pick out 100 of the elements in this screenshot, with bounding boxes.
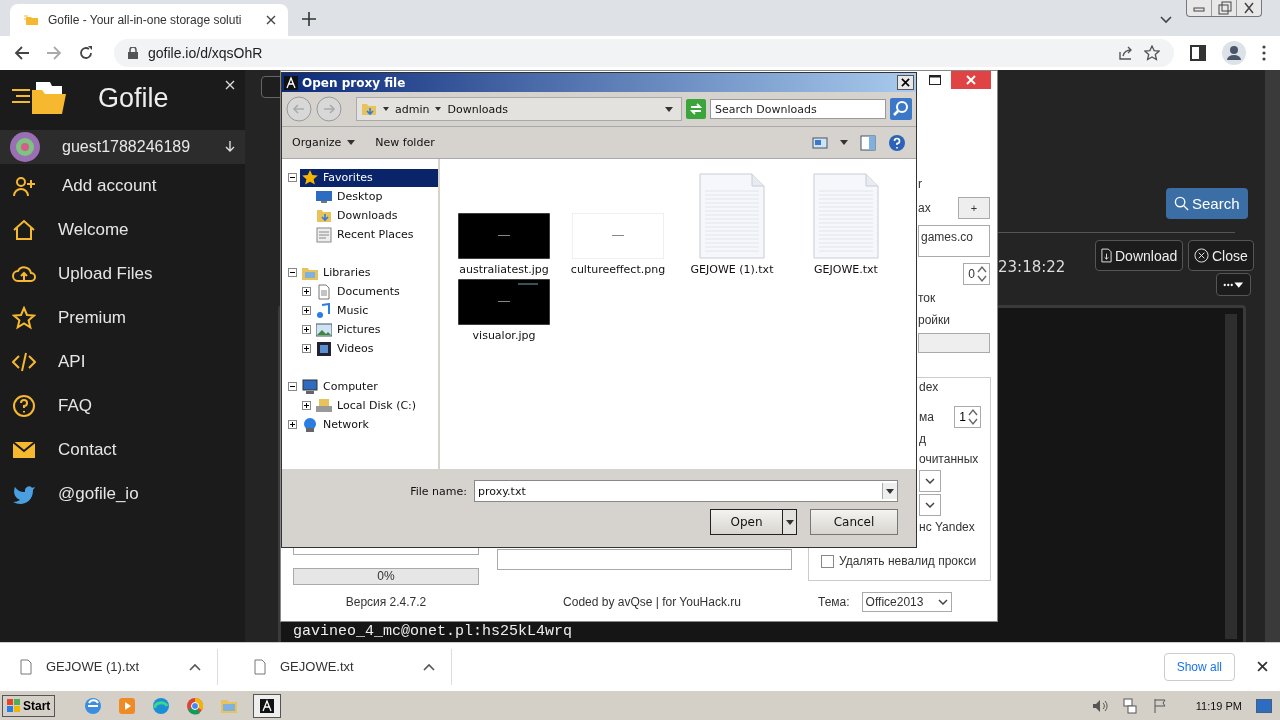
flag-icon[interactable] — [1151, 697, 1168, 714]
app-task-button[interactable] — [253, 693, 282, 718]
file-name-field[interactable]: proxy.txt — [474, 480, 898, 502]
refresh-icon[interactable] — [686, 99, 706, 119]
reload-icon[interactable] — [78, 45, 94, 61]
clock: 11:19 PM — [1195, 699, 1242, 712]
open-menu-button[interactable] — [783, 509, 797, 535]
dlfolder-icon — [316, 207, 332, 224]
tree-item[interactable]: Videos — [314, 339, 376, 358]
caret-icon[interactable] — [840, 140, 848, 145]
tree-item[interactable]: Libraries — [300, 263, 373, 282]
browser-e-icon[interactable] — [83, 695, 104, 716]
more-button[interactable] — [1216, 273, 1251, 296]
file-item[interactable]: GEJOWE (1).txt — [675, 173, 789, 276]
expander[interactable] — [302, 287, 311, 296]
tree-item[interactable]: Computer — [300, 377, 380, 396]
path-segment[interactable]: admin — [395, 102, 430, 116]
side-panel-icon[interactable] — [1190, 45, 1206, 61]
file-item[interactable]: visualor.jpg — [447, 279, 561, 342]
caret-icon[interactable] — [886, 488, 894, 494]
scrollbar[interactable] — [1225, 314, 1237, 639]
organize-button[interactable]: Organize — [288, 136, 360, 149]
browser-tab[interactable]: Gofile - Your all-in-one storage soluti — [10, 4, 288, 36]
close-icon[interactable] — [1257, 661, 1268, 672]
expander[interactable] — [302, 344, 311, 353]
star-icon[interactable] — [1144, 45, 1160, 61]
file-name-label: File name: — [410, 484, 467, 498]
show-all-button[interactable]: Show all — [1163, 652, 1235, 681]
expander[interactable] — [302, 325, 311, 334]
path-segment[interactable]: Downloads — [447, 102, 508, 116]
tree-item[interactable]: Downloads — [314, 206, 400, 225]
expander[interactable] — [302, 306, 311, 315]
sidebar-item[interactable]: Upload Files — [0, 252, 245, 296]
view-icon[interactable] — [812, 135, 828, 150]
download-button[interactable]: Download — [1095, 240, 1184, 271]
file-item[interactable]: australiatest.jpg — [447, 173, 561, 276]
number-spinner[interactable]: 0 — [963, 263, 990, 285]
menu-icon[interactable] — [1262, 45, 1266, 61]
start-button[interactable]: Start — [2, 694, 56, 717]
tree-item[interactable]: Documents — [314, 282, 402, 301]
caret-icon — [785, 519, 794, 525]
caret-icon[interactable] — [665, 106, 673, 112]
share-icon[interactable] — [1118, 45, 1134, 61]
preview-pane-icon[interactable] — [860, 134, 876, 151]
tree-item[interactable]: Network — [300, 415, 371, 434]
tree-item[interactable]: Music — [314, 301, 371, 320]
theme-dropdown[interactable]: Office2013 — [861, 592, 952, 612]
checkbox[interactable] — [821, 554, 834, 568]
sidebar-item[interactable]: FAQ — [0, 384, 245, 428]
scrollbar[interactable] — [1265, 70, 1280, 642]
close-icon[interactable] — [266, 15, 276, 25]
cancel-button[interactable]: Cancel — [810, 509, 898, 535]
browser-circle-icon[interactable] — [185, 695, 206, 716]
close-button[interactable]: Close — [1188, 240, 1254, 271]
back-icon[interactable] — [14, 45, 30, 61]
help-icon[interactable] — [888, 133, 906, 152]
show-desktop-icon[interactable] — [1256, 698, 1272, 713]
profile-icon[interactable] — [1222, 41, 1246, 65]
file-item[interactable]: GEJOWE.txt — [789, 173, 903, 276]
add-button[interactable]: + — [958, 197, 990, 219]
arrow-down-icon — [225, 141, 235, 153]
dropdown[interactable] — [919, 494, 941, 516]
text-box[interactable]: games.co — [918, 225, 990, 257]
network-icon[interactable] — [1121, 697, 1138, 714]
new-folder-button[interactable]: New folder — [371, 136, 439, 149]
download-item[interactable]: GEJOWE.txt — [234, 648, 452, 685]
address-bar[interactable]: gofile.io/d/xqsOhR — [114, 39, 1174, 67]
tree-item[interactable]: Recent Places — [314, 225, 416, 244]
search-button[interactable]: Search — [1166, 188, 1248, 219]
new-tab-icon[interactable] — [302, 12, 316, 26]
open-button[interactable]: Open — [710, 509, 783, 535]
tree-item[interactable]: Desktop — [314, 187, 385, 206]
sidebar-item[interactable]: Premium — [0, 296, 245, 340]
expander[interactable] — [302, 401, 311, 410]
user-menu[interactable]: guest1788246189 — [0, 130, 245, 164]
expander[interactable] — [288, 173, 297, 182]
sidebar-item[interactable]: Welcome — [0, 208, 245, 252]
sidebar-item[interactable]: API — [0, 340, 245, 384]
doc-icon — [316, 283, 332, 300]
chevron-down-icon[interactable] — [1160, 16, 1172, 24]
expander[interactable] — [288, 268, 297, 277]
path-bar[interactable]: admin Downloads — [356, 97, 682, 121]
expander[interactable] — [288, 382, 297, 391]
tree-item[interactable]: Pictures — [314, 320, 383, 339]
expander[interactable] — [288, 420, 297, 429]
maximize-icon[interactable] — [929, 75, 941, 85]
tree-item[interactable]: Favorites — [300, 168, 438, 187]
sidebar-item[interactable]: @gofile_io — [0, 472, 245, 516]
search-icon[interactable] — [890, 98, 912, 120]
dropdown[interactable] — [919, 470, 941, 492]
file-item[interactable]: cultureeffect.png — [561, 173, 675, 276]
download-item[interactable]: GEJOWE (1).txt — [0, 648, 218, 685]
search-field[interactable]: Search Downloads — [710, 99, 886, 119]
window-title: Open proxy file — [302, 75, 406, 90]
question-icon — [12, 394, 36, 418]
tree-item[interactable]: Local Disk (C:) — [314, 396, 419, 415]
number-spinner[interactable]: 1 — [954, 406, 981, 428]
close-button[interactable] — [897, 75, 914, 90]
sidebar-item[interactable]: Contact — [0, 428, 245, 472]
sidebar-item[interactable]: Add account — [0, 164, 245, 208]
